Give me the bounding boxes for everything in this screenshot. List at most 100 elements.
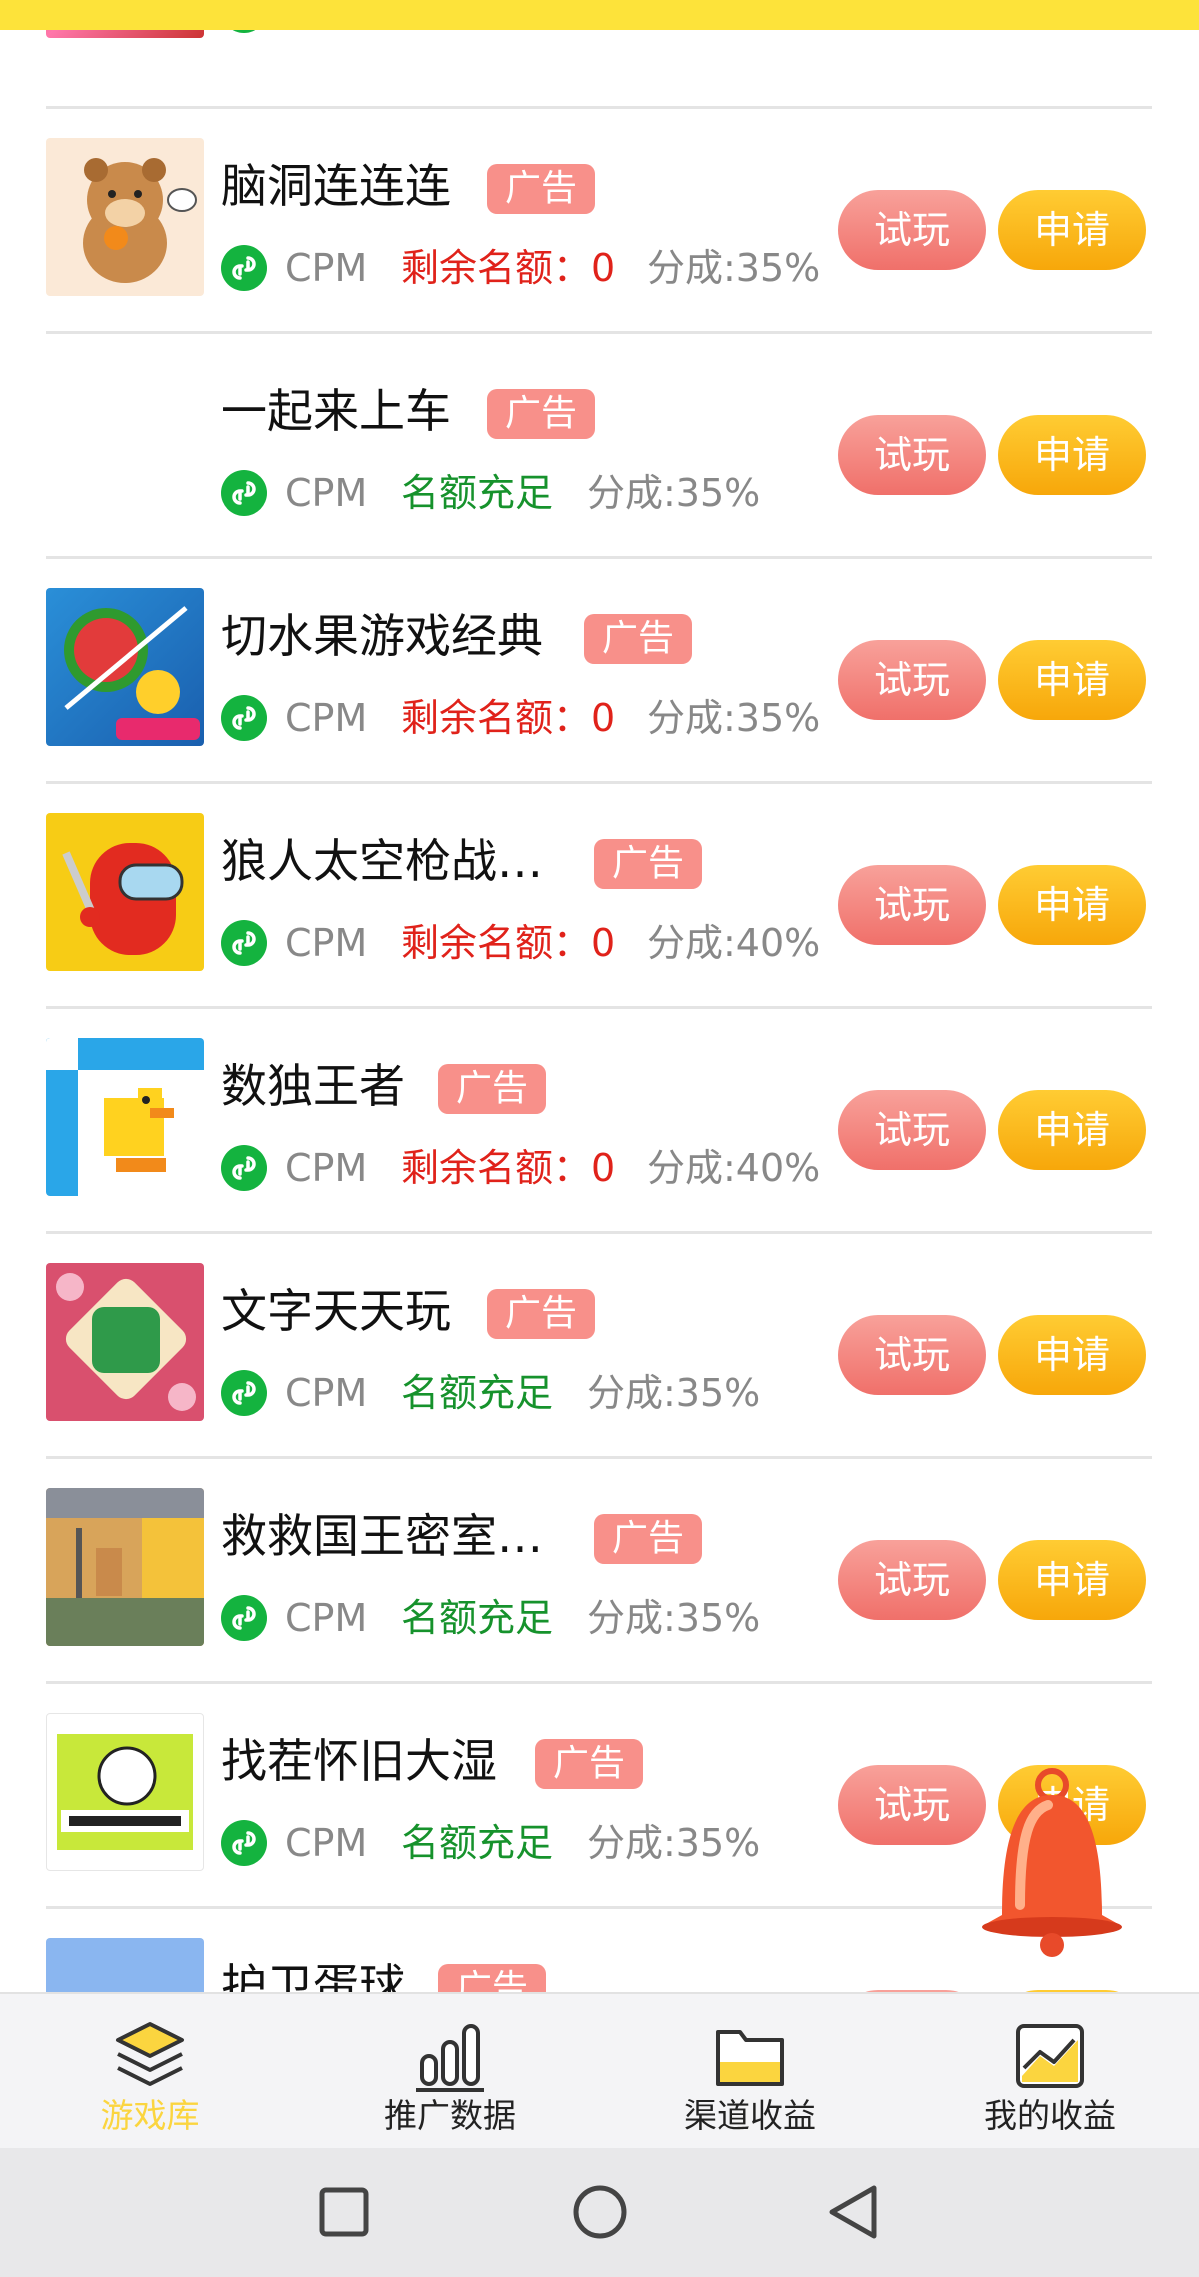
mini-program-icon (221, 470, 267, 516)
quota-status: 剩余名额：0 (401, 246, 616, 290)
tab-game-library[interactable]: 游戏库 (0, 1994, 300, 2150)
ad-badge: 广告 (594, 839, 703, 889)
game-icon-bear (46, 138, 204, 296)
game-title: 护卫蛋球 (221, 1959, 405, 1992)
ad-badge: 广告 (438, 1964, 547, 1992)
game-title: 救救国王密室… (221, 1509, 543, 1563)
quota-status: 剩余名额：0 (401, 921, 616, 965)
game-icon-sudoku (46, 1038, 204, 1196)
revenue-share: 分成:35% (587, 1596, 761, 1640)
apply-button[interactable]: 申请 (998, 190, 1146, 270)
revenue-share: 分成:35% (587, 471, 761, 515)
system-navigation-bar (0, 2148, 1199, 2277)
game-icon-spot-difference (46, 1713, 204, 1871)
revenue-share: 分成:35% (647, 246, 821, 290)
bottom-tab-bar: 游戏库 推广数据 渠道收益 我的收益 (0, 1992, 1199, 2150)
trial-button[interactable]: 试玩 (838, 190, 986, 270)
quota-status: 名额充足 (401, 1596, 554, 1640)
revenue-share: 分成:35% (587, 1371, 761, 1415)
tab-promotion-data[interactable]: 推广数据 (300, 1994, 600, 2150)
tab-label: 我的收益 (984, 2096, 1116, 2135)
game-title: 狼人太空枪战… (221, 834, 543, 888)
billing-type: CPM (285, 1821, 368, 1865)
quota-status: 剩余名额：0 (401, 1146, 616, 1190)
quota-status: 名额充足 (401, 1821, 554, 1865)
home-icon[interactable] (560, 2176, 640, 2248)
mini-program-icon (221, 1145, 267, 1191)
billing-type: CPM (285, 1596, 368, 1640)
game-title: 切水果游戏经典 (221, 609, 543, 663)
mini-program-icon (221, 1370, 267, 1416)
apply-button[interactable]: 申请 (998, 1315, 1146, 1395)
ad-badge: 广告 (594, 1514, 703, 1564)
mini-program-icon (221, 920, 267, 966)
billing-type: CPM (285, 1371, 368, 1415)
revenue-share: 分成:35% (587, 1821, 761, 1865)
tab-channel-revenue[interactable]: 渠道收益 (600, 1994, 900, 2150)
mini-program-icon (221, 1820, 267, 1866)
list-item-game[interactable]: 数独王者 广告 CPM 剩余名额：0 分成:40% 试玩 申请 (0, 1008, 1199, 1232)
game-icon-word (46, 1263, 204, 1421)
trial-button[interactable]: 试玩 (838, 415, 986, 495)
revenue-share: 分成:40% (647, 921, 821, 965)
billing-type: CPM (285, 1146, 368, 1190)
ad-badge: 广告 (487, 389, 596, 439)
game-icon-king-rescue (46, 1488, 204, 1646)
quota-status: 剩余名额：0 (401, 696, 616, 740)
game-title: 一起来上车 (221, 384, 451, 438)
billing-type: CPM (285, 471, 368, 515)
ad-badge: 广告 (487, 164, 596, 214)
trial-button[interactable]: 试玩 (838, 1540, 986, 1620)
layers-icon (110, 2016, 190, 2096)
recent-apps-icon[interactable] (304, 2176, 384, 2248)
game-icon-fruit (46, 588, 204, 746)
mini-program-icon (221, 245, 267, 291)
list-item-game[interactable]: 脑洞连连连 广告 CPM 剩余名额：0 分成:35% 试玩 申请 (0, 108, 1199, 332)
ad-badge: 广告 (438, 1064, 547, 1114)
ad-badge: 广告 (584, 614, 693, 664)
tab-label: 渠道收益 (684, 2096, 816, 2135)
list-item-game[interactable]: 狼人太空枪战… 广告 CPM 剩余名额：0 分成:40% 试玩 申请 (0, 783, 1199, 1007)
back-icon[interactable] (814, 2176, 894, 2248)
billing-type: CPM (285, 921, 368, 965)
bar-chart-icon (410, 2016, 490, 2096)
billing-type: CPM (285, 696, 368, 740)
game-icon-crewmate (46, 813, 204, 971)
game-title: 文字天天玩 (221, 1284, 451, 1338)
trial-button[interactable]: 试玩 (838, 1090, 986, 1170)
list-item-game[interactable]: 文字天天玩 广告 CPM 名额充足 分成:35% 试玩 申请 (0, 1233, 1199, 1457)
tab-my-revenue[interactable]: 我的收益 (900, 1994, 1199, 2150)
revenue-share: 分成:40% (647, 1146, 821, 1190)
trial-button[interactable]: 试玩 (838, 640, 986, 720)
list-item-game[interactable]: 一起来上车 广告 CPM 名额充足 分成:35% 试玩 申请 (0, 333, 1199, 557)
ad-badge: 广告 (487, 1289, 596, 1339)
trend-chart-icon (1010, 2016, 1090, 2096)
list-item-game[interactable]: 切水果游戏经典 广告 CPM 剩余名额：0 分成:35% 试玩 申请 (0, 558, 1199, 782)
game-title: 脑洞连连连 (221, 159, 451, 213)
tab-label: 游戏库 (100, 2096, 200, 2135)
quota-status: 名额充足 (401, 471, 554, 515)
trial-button[interactable]: 试玩 (838, 1765, 986, 1845)
top-status-strip (0, 0, 1199, 30)
notification-bell-icon[interactable] (970, 1765, 1135, 1960)
tab-label: 推广数据 (384, 2096, 516, 2135)
apply-button[interactable]: 申请 (998, 1090, 1146, 1170)
game-icon-blank (46, 363, 204, 521)
apply-button[interactable]: 申请 (998, 865, 1146, 945)
game-icon-partial (46, 1938, 204, 1992)
apply-button[interactable]: 申请 (998, 1540, 1146, 1620)
quota-status: 名额充足 (401, 1371, 554, 1415)
trial-button[interactable]: 试玩 (838, 865, 986, 945)
apply-button[interactable]: 申请 (998, 640, 1146, 720)
folder-icon (710, 2016, 790, 2096)
game-title: 找茬怀旧大湿 (221, 1734, 497, 1788)
game-title: 数独王者 (221, 1059, 405, 1113)
revenue-share: 分成:35% (647, 696, 821, 740)
mini-program-icon (221, 1595, 267, 1641)
game-list[interactable]: CPS 名额充足 分成:29% 脑洞连连连 广告 (0, 0, 1199, 1992)
apply-button[interactable]: 申请 (998, 415, 1146, 495)
ad-badge: 广告 (535, 1739, 644, 1789)
mini-program-icon (221, 695, 267, 741)
trial-button[interactable]: 试玩 (838, 1315, 986, 1395)
list-item-game[interactable]: 救救国王密室… 广告 CPM 名额充足 分成:35% 试玩 申请 (0, 1458, 1199, 1682)
